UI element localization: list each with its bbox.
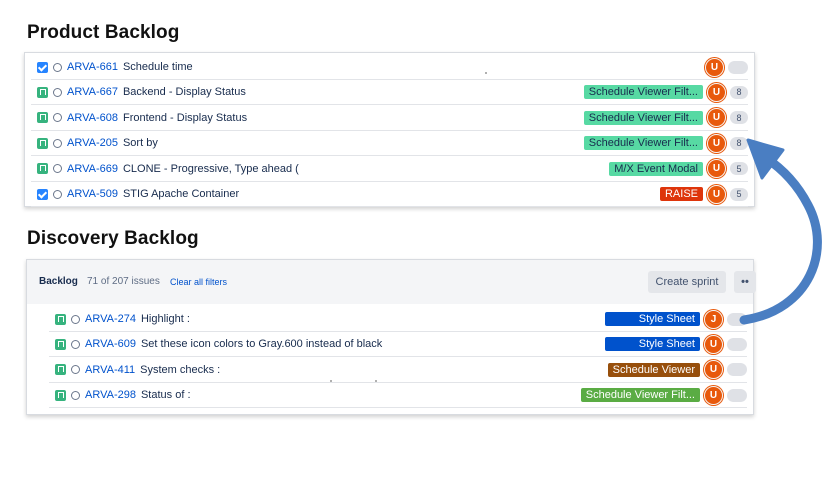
epic-label[interactable]: Style Sheet <box>605 312 700 326</box>
story-points-badge: 8 <box>730 136 748 150</box>
task-checkbox-icon <box>37 188 48 200</box>
story-points-badge <box>727 388 747 402</box>
epic-label[interactable]: Schedule Viewer Filt... <box>583 85 703 100</box>
story-bookmark-icon <box>37 86 48 98</box>
discovery-backlog-heading: Discovery Backlog <box>27 228 199 249</box>
backlog-row[interactable]: ARVA-411 System checks : Schedule Viewer U <box>49 357 747 383</box>
issue-key-link[interactable]: ARVA-509 <box>67 188 118 200</box>
story-bookmark-icon <box>55 364 66 376</box>
backlog-row[interactable]: ARVA-661 Schedule time U <box>31 55 748 80</box>
arrow-shaft <box>739 153 822 325</box>
epic-label[interactable]: Schedule Viewer Filt... <box>580 388 700 403</box>
issue-summary: Set these icon colors to Gray.600 instea… <box>140 338 383 351</box>
issue-summary: Backend - Display Status <box>122 86 246 99</box>
issue-summary: CLONE - Progressive, Type ahead ( <box>122 162 299 175</box>
backlog-toolbar: Backlog 71 of 207 issues Clear all filte… <box>27 260 756 304</box>
product-backlog-heading: Product Backlog <box>27 22 180 43</box>
assignee-avatar[interactable]: U <box>707 184 726 204</box>
issue-summary: Highlight : <box>140 313 190 325</box>
stray-dot <box>375 380 377 382</box>
story-points-badge: 8 <box>730 85 748 99</box>
backlog-row[interactable]: ARVA-609 Set these icon colors to Gray.60… <box>49 332 747 358</box>
story-bookmark-icon <box>55 389 66 401</box>
issue-key-link[interactable]: ARVA-608 <box>67 112 118 124</box>
story-points-badge <box>727 312 747 326</box>
issue-key-link[interactable]: ARVA-411 <box>85 364 135 376</box>
assignee-avatar[interactable]: U <box>707 133 726 153</box>
status-circle-icon <box>53 87 62 97</box>
epic-label[interactable]: Schedule Viewer Filt... <box>583 136 703 151</box>
more-actions-button[interactable]: •• <box>734 271 756 293</box>
assignee-avatar[interactable]: U <box>707 82 726 102</box>
story-bookmark-icon <box>55 313 66 325</box>
epic-label[interactable]: M/X Event Modal <box>609 161 703 176</box>
story-points-badge: 8 <box>730 111 748 125</box>
story-bookmark-icon <box>37 137 48 149</box>
assignee-avatar[interactable]: U <box>704 360 723 380</box>
story-bookmark-icon <box>55 338 66 350</box>
create-sprint-button[interactable]: Create sprint <box>648 271 726 293</box>
clear-filters-link[interactable]: Clear all filters <box>170 277 227 287</box>
story-bookmark-icon <box>37 163 48 175</box>
task-checkbox-icon <box>37 61 48 73</box>
assignee-avatar[interactable]: U <box>707 159 726 179</box>
status-circle-icon <box>53 164 62 174</box>
issue-key-link[interactable]: ARVA-667 <box>67 86 118 98</box>
issue-key-link[interactable]: ARVA-298 <box>85 389 136 401</box>
backlog-row[interactable]: ARVA-205 Sort by Schedule Viewer Filt... U 8 <box>31 131 748 157</box>
story-points-badge <box>727 337 747 351</box>
epic-label[interactable]: Style Sheet <box>605 337 700 352</box>
backlog-row[interactable]: ARVA-608 Frontend - Display Status Schedul… <box>31 105 748 131</box>
issue-summary: Frontend - Display Status <box>122 111 248 124</box>
epic-label[interactable]: Schedule Viewer Filt... <box>583 110 703 125</box>
backlog-row[interactable]: ARVA-667 Backend - Display Status Schedule… <box>31 80 748 106</box>
story-points-badge <box>728 60 748 74</box>
issue-summary: Status of : <box>140 389 191 402</box>
assignee-avatar[interactable]: J <box>704 309 723 329</box>
issue-summary: System checks : <box>140 363 221 376</box>
issue-summary: STIG Apache Container <box>122 188 240 200</box>
epic-label[interactable]: Schedule Viewer <box>607 362 700 377</box>
backlog-row[interactable]: ARVA-298 Status of : Schedule Viewer Filt.… <box>49 383 747 409</box>
status-circle-icon <box>53 189 62 199</box>
status-circle-icon <box>71 314 80 324</box>
issue-key-link[interactable]: ARVA-661 <box>67 61 118 73</box>
issue-key-link[interactable]: ARVA-205 <box>67 137 118 149</box>
status-circle-icon <box>53 138 62 148</box>
story-points-badge <box>727 363 747 377</box>
story-bookmark-icon <box>37 112 48 124</box>
status-circle-icon <box>71 339 80 349</box>
issue-summary: Schedule time <box>122 61 193 73</box>
status-circle-icon <box>53 113 62 123</box>
backlog-row[interactable]: ARVA-669 CLONE - Progressive, Type ahead … <box>31 156 748 182</box>
assignee-avatar[interactable]: U <box>704 334 723 354</box>
stray-dot <box>330 380 332 382</box>
story-points-badge: 5 <box>730 187 748 201</box>
assignee-avatar[interactable]: U <box>705 57 724 77</box>
issue-key-link[interactable]: ARVA-274 <box>85 313 136 325</box>
stray-dot <box>485 72 487 74</box>
status-circle-icon <box>71 365 80 375</box>
backlog-row[interactable]: ARVA-509 STIG Apache Container RAISE U 5 <box>31 182 748 207</box>
issue-key-link[interactable]: ARVA-609 <box>85 338 136 350</box>
discovery-backlog-panel: Backlog 71 of 207 issues Clear all filte… <box>26 259 756 415</box>
status-circle-icon <box>53 62 62 72</box>
assignee-avatar[interactable]: U <box>707 108 726 128</box>
assignee-avatar[interactable]: U <box>704 385 723 405</box>
issue-count: 71 of 207 issues <box>87 276 160 287</box>
epic-label[interactable]: RAISE <box>659 187 703 201</box>
backlog-row[interactable]: ARVA-274 Highlight : Style Sheet J <box>49 307 747 332</box>
backlog-label: Backlog <box>39 276 78 287</box>
issue-key-link[interactable]: ARVA-669 <box>67 163 118 175</box>
product-backlog-panel: ARVA-661 Schedule time U ARVA-667 Backend - … <box>24 52 755 207</box>
story-points-badge: 5 <box>730 162 748 176</box>
issue-summary: Sort by <box>122 137 158 150</box>
status-circle-icon <box>71 390 80 400</box>
